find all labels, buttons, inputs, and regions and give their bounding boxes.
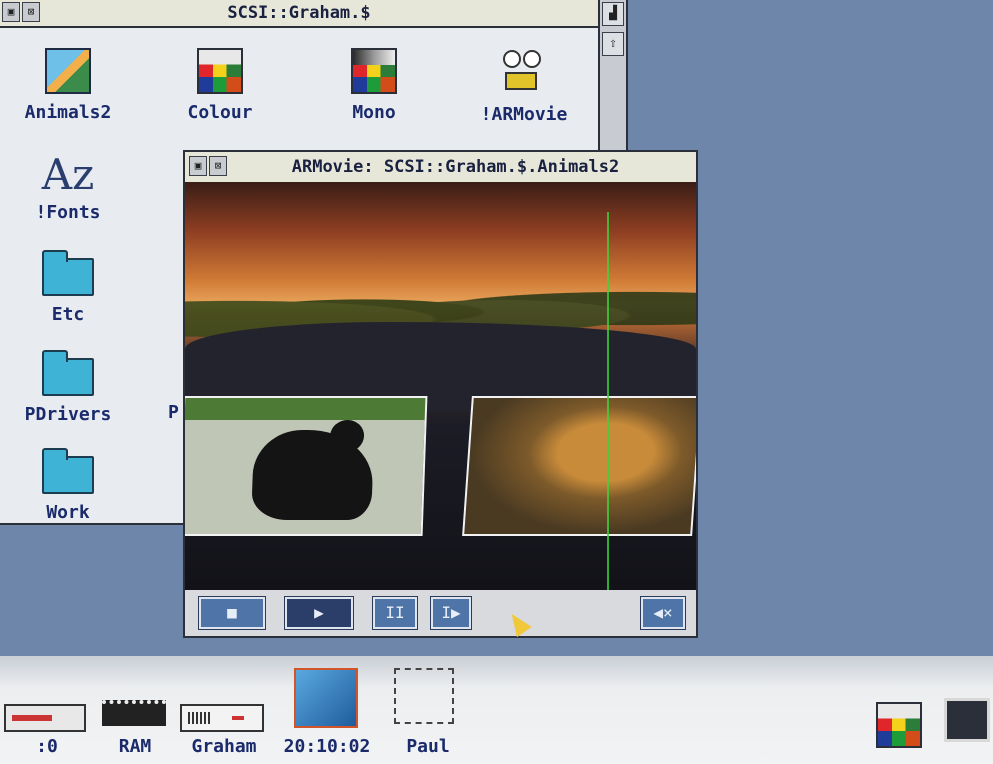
mute-button[interactable]: ◀× (641, 597, 685, 629)
stop-button[interactable]: ■ (199, 597, 265, 629)
app-armovie[interactable]: !ARMovie (464, 48, 584, 125)
hard-disc-icon (180, 704, 264, 732)
folder-pdrivers[interactable]: PDrivers (8, 350, 128, 425)
play-button[interactable]: ▶ (285, 597, 353, 629)
file-colour[interactable]: Colour (160, 48, 280, 123)
task-manager-icon[interactable] (944, 698, 990, 742)
iconbar-label: :0 (36, 736, 58, 757)
filer-titlebar[interactable]: ▣ ⊠ SCSI::Graham.$ (0, 0, 598, 28)
folder-icon (42, 250, 94, 296)
iconbar-harddisc[interactable]: Graham (180, 656, 268, 764)
iconbar-clock[interactable]: 20:10:02 (272, 656, 382, 764)
step-button[interactable]: I▶ (431, 597, 471, 629)
scroll-up-icon[interactable]: ⇧ (602, 32, 624, 56)
app-fonts[interactable]: Az !Fonts (8, 150, 128, 224)
picture-icon (45, 48, 91, 94)
file-animals2[interactable]: Animals2 (8, 48, 128, 123)
floppy-drive-icon (4, 704, 86, 732)
file-label: !Fonts (35, 202, 101, 223)
network-icon (394, 668, 454, 724)
file-mono[interactable]: Mono (314, 48, 434, 123)
iconbar-label: RAM (118, 736, 152, 757)
iconbar-network[interactable]: Paul (388, 656, 468, 764)
file-label: Colour (187, 102, 253, 123)
ram-disc-icon (102, 700, 166, 726)
toggle-size-icon[interactable]: ▟ (602, 2, 624, 26)
movie-title: ARMovie: SCSI::Graham.$.Animals2 (291, 157, 620, 177)
projector-icon (499, 48, 549, 96)
file-label: !ARMovie (480, 104, 568, 125)
file-label: Work (46, 502, 90, 523)
iconbar-ram[interactable]: RAM (100, 656, 170, 764)
filer-title: SCSI::Graham.$ (227, 3, 371, 23)
movie-titlebar[interactable]: ▣ ⊠ ARMovie: SCSI::Graham.$.Animals2 (185, 152, 696, 184)
iconbar-label: Graham (191, 736, 257, 757)
guide-line (607, 212, 609, 590)
iconbar-label: 20:10:02 (283, 736, 371, 757)
palette-app-icon[interactable] (876, 702, 922, 748)
file-label: Mono (352, 102, 396, 123)
partial-label: P (168, 402, 179, 423)
folder-icon (42, 350, 94, 396)
gorilla-tile (185, 396, 428, 536)
mono-palette-icon (351, 48, 397, 94)
movie-frame (185, 182, 696, 590)
gorilla-head (329, 420, 365, 452)
colour-palette-icon (197, 48, 243, 94)
file-label: Animals2 (24, 102, 112, 123)
folder-icon (42, 448, 94, 494)
folder-work[interactable]: Work (8, 448, 128, 523)
folder-etc[interactable]: Etc (8, 250, 128, 325)
armovie-window: ▣ ⊠ ARMovie: SCSI::Graham.$.Animals2 ■ ▶… (183, 150, 698, 638)
file-label: Etc (51, 304, 85, 325)
leopard-tile (462, 396, 696, 536)
iconbar-label: Paul (406, 736, 450, 757)
pause-button[interactable]: II (373, 597, 417, 629)
icon-bar: :0 RAM Graham 20:10:02 Paul (0, 656, 993, 764)
iconbar-floppy[interactable]: :0 (4, 656, 90, 764)
file-label: PDrivers (24, 404, 112, 425)
playback-controls: ■ ▶ II I▶ ◀× (185, 590, 696, 636)
clock-filer-icon (294, 668, 358, 728)
fonts-icon: Az (41, 150, 95, 199)
